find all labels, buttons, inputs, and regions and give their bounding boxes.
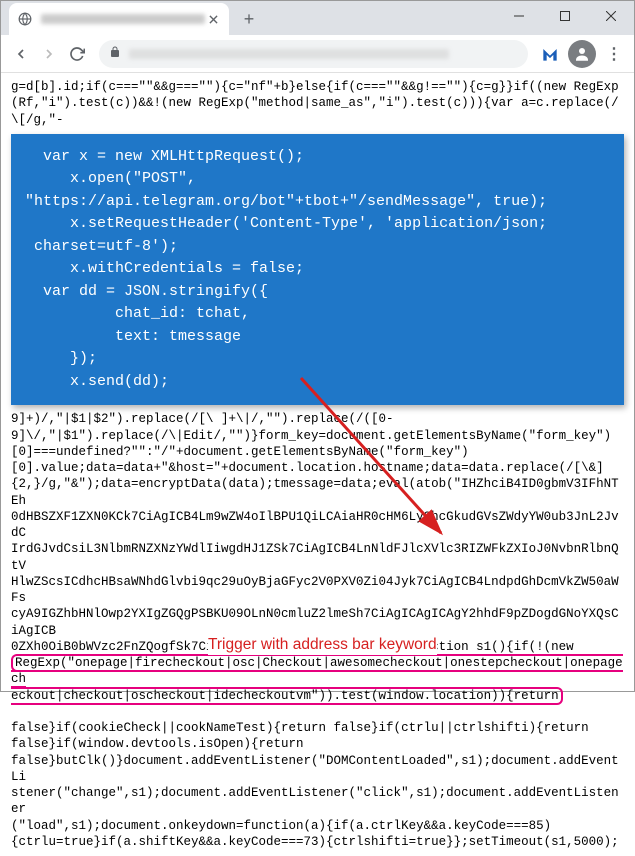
url-text (129, 49, 449, 59)
minimize-button[interactable] (496, 1, 542, 31)
browser-tab[interactable] (9, 3, 229, 35)
address-bar[interactable] (99, 40, 528, 68)
window-controls (496, 1, 634, 31)
code-text-mid: 9]+)/,"|$1|$2").replace(/[\ ]+\|/,"").re… (11, 411, 624, 655)
page-content: g=d[b].id;if(c===""&&g===""){c="nf"+b}el… (1, 73, 634, 856)
back-button[interactable] (7, 40, 35, 68)
highlighted-regex: RegExp("onepage|firecheckout|osc|Checkou… (11, 655, 624, 704)
annotation-label: Trigger with address bar keyword (208, 635, 437, 655)
forward-button[interactable] (35, 40, 63, 68)
profile-avatar[interactable] (568, 40, 596, 68)
code-text-top: g=d[b].id;if(c===""&&g===""){c="nf"+b}el… (11, 79, 624, 128)
decoded-code-box: var x = new XMLHttpRequest(); x.open("PO… (11, 134, 624, 406)
lock-icon (109, 46, 121, 61)
new-tab-button[interactable]: + (235, 5, 263, 33)
tab-close-button[interactable] (205, 11, 221, 27)
tab-title (41, 14, 205, 24)
malwarebytes-extension-icon[interactable] (536, 40, 564, 68)
globe-icon (17, 11, 33, 27)
close-window-button[interactable] (588, 1, 634, 31)
maximize-button[interactable] (542, 1, 588, 31)
browser-menu-button[interactable]: ⋮ (600, 40, 628, 68)
window-titlebar: + (1, 1, 634, 35)
code-text-bottom: false}if(cookieCheck||cookNameTest){retu… (11, 704, 624, 850)
browser-toolbar: ⋮ (1, 35, 634, 73)
reload-button[interactable] (63, 40, 91, 68)
